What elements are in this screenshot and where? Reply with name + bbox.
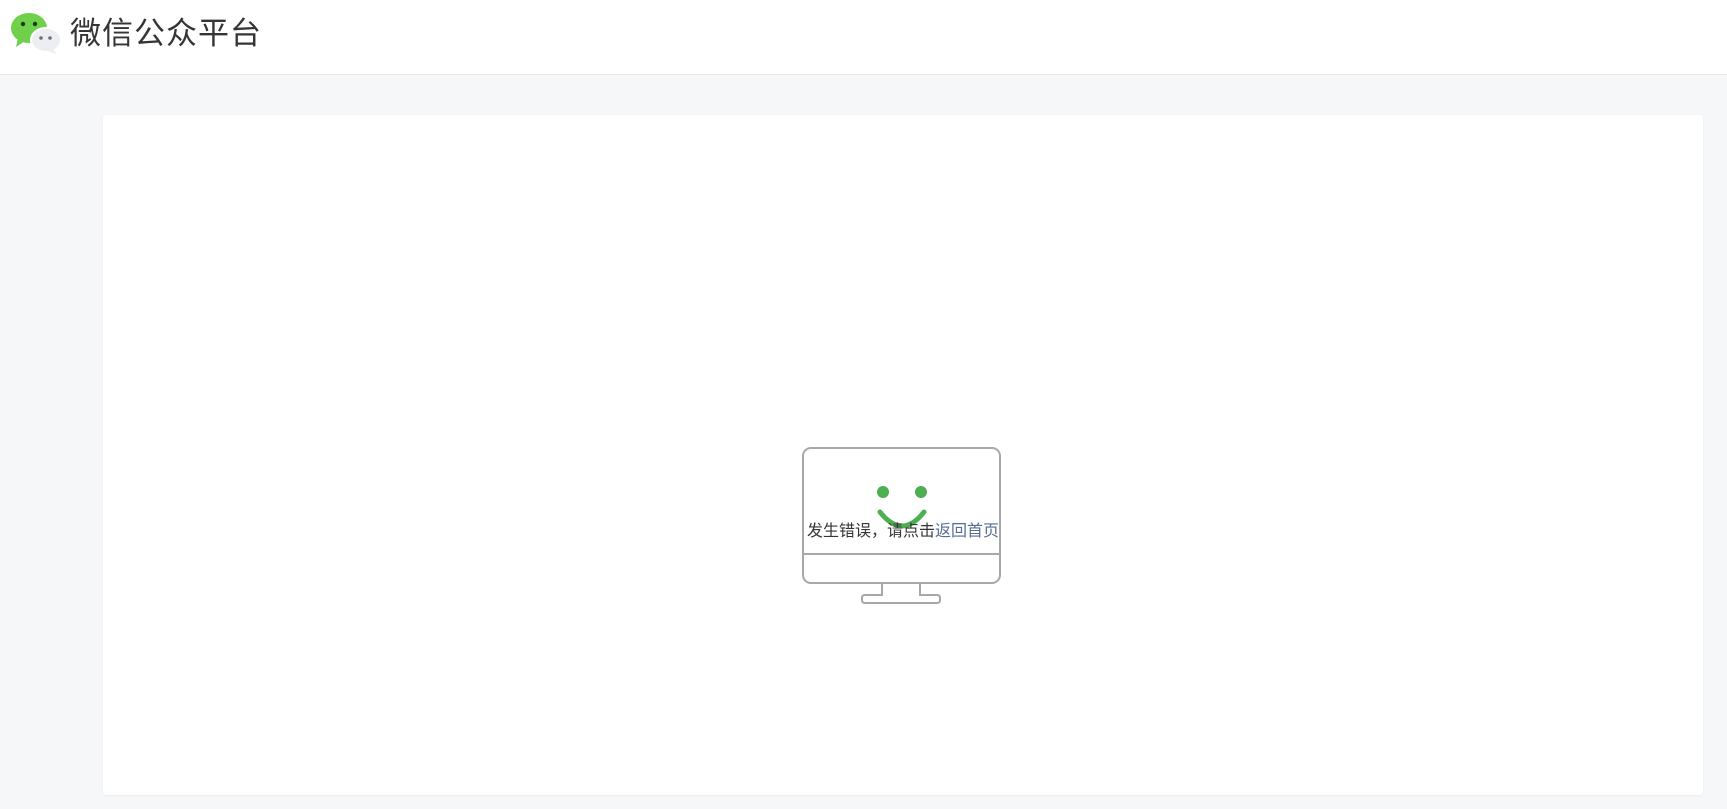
home-logo-link[interactable]: 微信公众平台 bbox=[10, 12, 262, 56]
error-panel: 发生错误，请点击返回首页 bbox=[103, 115, 1703, 795]
back-home-link[interactable]: 返回首页 bbox=[935, 521, 999, 540]
error-message: 发生错误，请点击返回首页 bbox=[103, 519, 1703, 543]
brand-title: 微信公众平台 bbox=[70, 16, 262, 52]
wechat-logo-icon bbox=[11, 13, 62, 55]
error-text: 发生错误，请点击 bbox=[806, 521, 935, 540]
error-illustration bbox=[802, 332, 1004, 608]
monitor-smile-icon bbox=[802, 447, 1001, 604]
top-bar: 微信公众平台 bbox=[0, 0, 1727, 75]
